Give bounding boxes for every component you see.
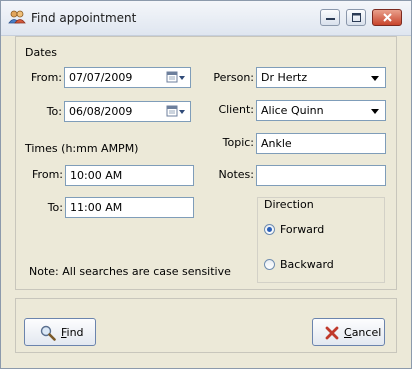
people-icon [8, 10, 26, 24]
time-to-label: To: [47, 201, 63, 214]
calendar-icon[interactable] [166, 71, 186, 84]
calendar-icon[interactable] [166, 105, 186, 118]
time-to-input[interactable]: 11:00 AM [65, 197, 194, 218]
notes-input[interactable] [256, 165, 386, 186]
person-value: Dr Hertz [261, 71, 308, 84]
time-from-input[interactable]: 10:00 AM [65, 165, 194, 186]
date-to-label: To: [46, 105, 62, 118]
maximize-button[interactable] [346, 9, 366, 26]
minimize-button[interactable] [320, 9, 340, 26]
times-heading: Times (h:mm AMPM) [25, 142, 139, 155]
radio-backward[interactable] [264, 259, 275, 270]
time-from-label: From: [32, 168, 63, 181]
case-sensitive-note: Note: All searches are case sensitive [29, 265, 231, 278]
client-label: Client: [218, 103, 254, 116]
close-button[interactable] [372, 9, 402, 26]
date-to-picker[interactable]: 06/08/2009 [64, 101, 191, 122]
direction-heading: Direction [263, 198, 315, 211]
find-appointment-window: Find appointment Dates From: 07/07/2009 … [0, 0, 412, 369]
chevron-down-icon [371, 109, 379, 114]
find-button[interactable]: Find [24, 318, 96, 346]
notes-label: Notes: [218, 168, 254, 181]
window-title: Find appointment [31, 11, 137, 25]
radio-selected-dot [267, 227, 272, 232]
cancel-button-label: Cancel [344, 326, 381, 339]
maximize-icon [352, 13, 361, 22]
radio-forward-label[interactable]: Forward [280, 223, 324, 236]
title-bar[interactable]: Find appointment [1, 1, 411, 36]
chevron-down-icon [371, 76, 379, 81]
date-from-label: From: [31, 71, 62, 84]
client-value: Alice Quinn [261, 104, 324, 117]
client-select[interactable]: Alice Quinn [256, 100, 386, 121]
radio-forward[interactable] [264, 224, 275, 235]
cancel-mnemonic: C [344, 326, 352, 339]
date-from-value: 07/07/2009 [69, 71, 133, 84]
date-from-picker[interactable]: 07/07/2009 [64, 67, 191, 88]
find-button-label: Find [61, 326, 84, 339]
cancel-label-rest: ancel [351, 326, 382, 339]
date-to-value: 06/08/2009 [69, 105, 133, 118]
topic-label: Topic: [222, 136, 254, 149]
cancel-button[interactable]: Cancel [312, 318, 385, 346]
dates-heading: Dates [25, 46, 58, 59]
cancel-x-icon [325, 326, 339, 340]
radio-backward-label[interactable]: Backward [280, 258, 334, 271]
topic-input[interactable]: Ankle [256, 133, 386, 154]
person-label: Person: [213, 71, 254, 84]
close-icon [383, 13, 392, 22]
find-label-rest: ind [66, 326, 84, 339]
magnifier-icon [40, 325, 56, 341]
person-select[interactable]: Dr Hertz [256, 67, 386, 88]
minimize-icon [326, 18, 335, 20]
